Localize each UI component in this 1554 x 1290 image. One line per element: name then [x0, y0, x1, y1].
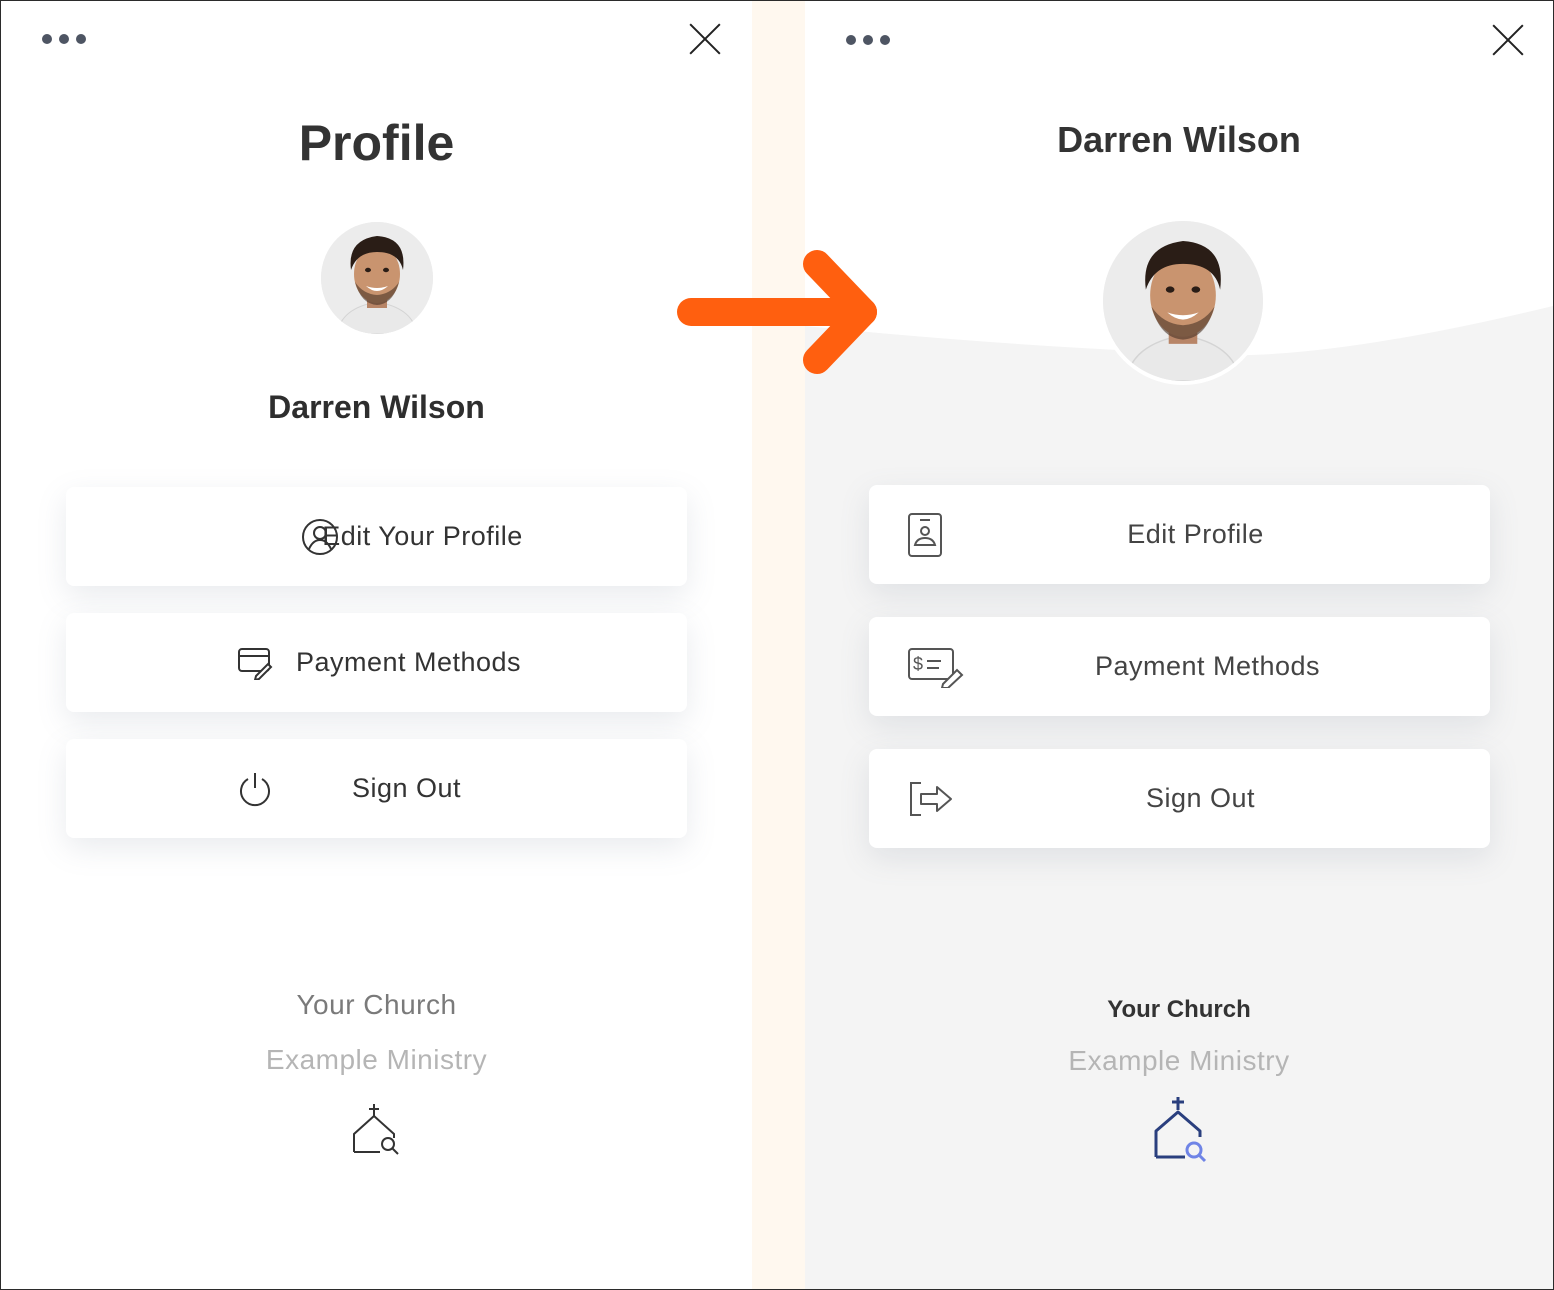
- edit-profile-button[interactable]: Edit Profile: [869, 485, 1490, 584]
- divider-gutter: [752, 1, 805, 1289]
- left-profile-panel: Profile Darren Wilson Edit Your Profile …: [1, 1, 752, 1289]
- sign-out-button[interactable]: Sign Out: [66, 739, 687, 838]
- menu-item-label: Edit Profile: [1127, 519, 1264, 549]
- avatar-portrait: [321, 222, 433, 334]
- avatar-portrait: [1103, 221, 1263, 381]
- payment-methods-button[interactable]: $ Payment Methods: [869, 617, 1490, 716]
- user-name: Darren Wilson: [1057, 119, 1301, 160]
- close-icon[interactable]: [688, 22, 722, 56]
- edit-your-profile-button[interactable]: Edit Your Profile: [66, 487, 687, 586]
- menu-item-label: Payment Methods: [295, 647, 522, 677]
- more-options-icon[interactable]: [42, 34, 86, 44]
- comparison-frame: Profile Darren Wilson Edit Your Profile …: [0, 0, 1554, 1290]
- menu-item-label: Sign Out: [351, 773, 462, 803]
- transition-arrow-icon: [677, 250, 877, 374]
- ministry-name: Example Ministry: [265, 1044, 488, 1075]
- ministry-name: Example Ministry: [1068, 1045, 1290, 1076]
- church-label: Your Church: [296, 989, 457, 1020]
- close-icon[interactable]: [1491, 23, 1525, 57]
- church-search-icon[interactable]: [1151, 1095, 1209, 1163]
- sign-out-button[interactable]: Sign Out: [869, 749, 1490, 848]
- church-search-icon[interactable]: [350, 1102, 402, 1156]
- more-options-icon[interactable]: [846, 35, 890, 45]
- avatar: [1099, 217, 1267, 385]
- church-label: Your Church: [1107, 996, 1251, 1023]
- page-title: Profile: [298, 115, 455, 171]
- right-profile-panel: Darren Wilson Edit Profile $ Payment Met…: [805, 1, 1553, 1289]
- menu-item-label: Payment Methods: [1094, 651, 1321, 681]
- menu-item-label: Edit Your Profile: [322, 521, 523, 551]
- payment-methods-button[interactable]: Payment Methods: [66, 613, 687, 712]
- avatar: [321, 222, 433, 334]
- menu-item-label: Sign Out: [1145, 783, 1256, 813]
- user-name: Darren Wilson: [268, 389, 485, 425]
